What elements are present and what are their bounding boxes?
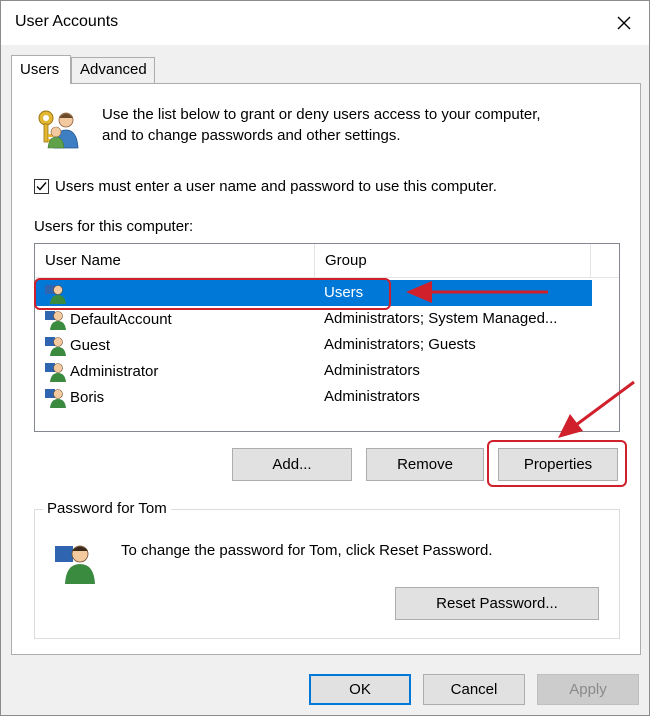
user-name-cell: Guest <box>44 332 110 358</box>
tab-advanced[interactable]: Advanced <box>71 57 155 84</box>
user-icon <box>45 337 66 356</box>
group-cell: Users <box>324 284 364 301</box>
ok-button[interactable]: OK <box>309 674 411 705</box>
user-name-cell: DefaultAccount <box>44 306 172 332</box>
column-header-group[interactable]: Group <box>315 244 591 278</box>
user-icon <box>45 311 66 330</box>
intro-line-2: and to change passwords and other settin… <box>102 127 401 144</box>
user-accounts-window: User Accounts Users Advanced Use the lis… <box>0 0 650 716</box>
title-bar: User Accounts <box>1 1 649 45</box>
user-name-cell <box>44 280 70 306</box>
users-tab-panel: Use the list below to grant or deny user… <box>11 83 641 655</box>
intro-description: Use the list below to grant or deny user… <box>102 104 622 146</box>
group-cell: Administrators <box>324 362 420 379</box>
user-icon <box>45 285 66 304</box>
listview-header: User Name Group <box>35 244 619 278</box>
group-cell: Administrators <box>324 388 420 405</box>
cancel-button[interactable]: Cancel <box>423 674 525 705</box>
remove-user-button[interactable]: Remove <box>366 448 484 481</box>
tab-advanced-label: Advanced <box>80 61 147 78</box>
user-name-text: Administrator <box>70 362 159 380</box>
close-icon <box>617 16 631 30</box>
table-row[interactable]: Users <box>36 280 592 306</box>
password-group-legend: Password for Tom <box>43 500 171 517</box>
apply-button[interactable]: Apply <box>537 674 639 705</box>
group-cell: Administrators; System Managed... <box>324 310 558 327</box>
table-row[interactable]: Guest Administrators; Guests <box>36 332 592 358</box>
users-listview[interactable]: User Name Group Users DefaultAccount Adm… <box>34 243 620 432</box>
require-password-row: Users must enter a user name and passwor… <box>34 178 497 195</box>
user-name-cell: Administrator <box>44 358 158 384</box>
password-instructions: To change the password for Tom, click Re… <box>121 542 493 559</box>
user-name-text: DefaultAccount <box>70 310 172 328</box>
require-password-label[interactable]: Users must enter a user name and passwor… <box>55 178 497 195</box>
table-row[interactable]: DefaultAccount Administrators; System Ma… <box>36 306 592 332</box>
tab-users[interactable]: Users <box>11 55 71 84</box>
table-row[interactable]: Boris Administrators <box>36 384 592 410</box>
password-group-box: Password for Tom To change the password … <box>34 500 620 639</box>
add-user-button[interactable]: Add... <box>232 448 352 481</box>
user-name-cell: Boris <box>44 384 104 410</box>
user-icon <box>45 389 66 408</box>
window-title: User Accounts <box>15 13 119 30</box>
user-password-icon <box>55 545 95 584</box>
reset-password-button[interactable]: Reset Password... <box>395 587 599 620</box>
user-name-text: Guest <box>70 336 111 354</box>
intro-line-1: Use the list below to grant or deny user… <box>102 106 541 123</box>
users-section-label: Users for this computer: <box>34 218 194 235</box>
properties-button[interactable]: Properties <box>498 448 618 481</box>
user-icon <box>45 363 66 382</box>
user-name-text: Boris <box>70 388 105 406</box>
table-row[interactable]: Administrator Administrators <box>36 358 592 384</box>
group-cell: Administrators; Guests <box>324 336 476 353</box>
close-button[interactable] <box>607 7 641 39</box>
users-keys-icon <box>38 110 79 149</box>
tab-users-label: Users <box>20 61 60 78</box>
require-password-checkbox[interactable] <box>34 179 49 194</box>
column-header-user-name[interactable]: User Name <box>35 244 315 278</box>
checkmark-icon <box>36 182 47 191</box>
